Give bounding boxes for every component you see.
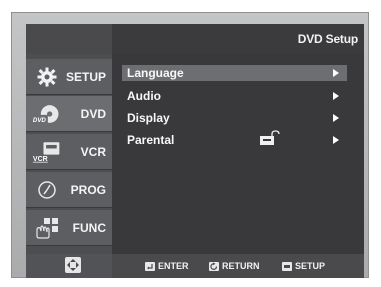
setup-key-icon [282,261,292,271]
direction-pad-icon [64,256,82,279]
function-grid-icon [32,216,62,240]
gear-icon [32,65,62,89]
arrow-right-icon [333,69,339,77]
dvd-disc-icon: DVD [32,102,62,126]
footer-return-label: RETURN [222,261,260,271]
sidebar-item-label: DVD [80,106,106,121]
menu-item-language[interactable]: Language [122,65,347,81]
return-key-icon [209,261,219,271]
arrow-right-icon [333,114,339,122]
dvd-icon-text: DVD [33,116,47,123]
menu-item-label: Parental [127,133,175,147]
sidebar-item-label: SETUP [65,69,106,84]
menu-item-audio[interactable]: Audio [122,88,347,104]
sidebar-item-label: FUNC [72,220,106,235]
header-left-block [26,24,112,54]
arrow-right-icon [333,92,339,100]
footer-setup-hint: SETUP [282,259,325,273]
footer-enter-hint: ENTER [145,259,189,273]
page-title: DVD Setup [297,32,358,46]
sidebar-item-dvd[interactable]: DVD DVD [26,96,112,132]
sidebar-item-label: PROG [70,182,106,197]
menu-item-parental[interactable]: Parental [122,132,347,148]
unlocked-padlock-icon [259,130,283,146]
menu-item-label: Display [127,111,170,125]
sidebar-item-prog[interactable]: PROG [26,172,112,208]
clock-icon [32,178,62,202]
menu-item-label: Audio [127,89,161,103]
enter-key-icon [145,261,155,271]
sidebar-item-setup[interactable]: SETUP [26,59,112,95]
footer-enter-label: ENTER [158,261,189,271]
menu-item-label: Language [127,66,184,80]
arrow-right-icon [333,136,339,144]
footer-setup-label: SETUP [295,261,326,271]
footer-return-hint: RETURN [209,259,260,273]
menu-item-display[interactable]: Display [122,110,347,126]
sidebar-item-func[interactable]: FUNC [26,210,112,246]
sidebar-item-label: VCR [80,144,106,159]
vcr-icon-text: VCR [33,155,48,162]
sidebar-item-vcr[interactable]: VCR VCR [26,134,112,170]
vcr-icon: VCR [32,140,62,164]
